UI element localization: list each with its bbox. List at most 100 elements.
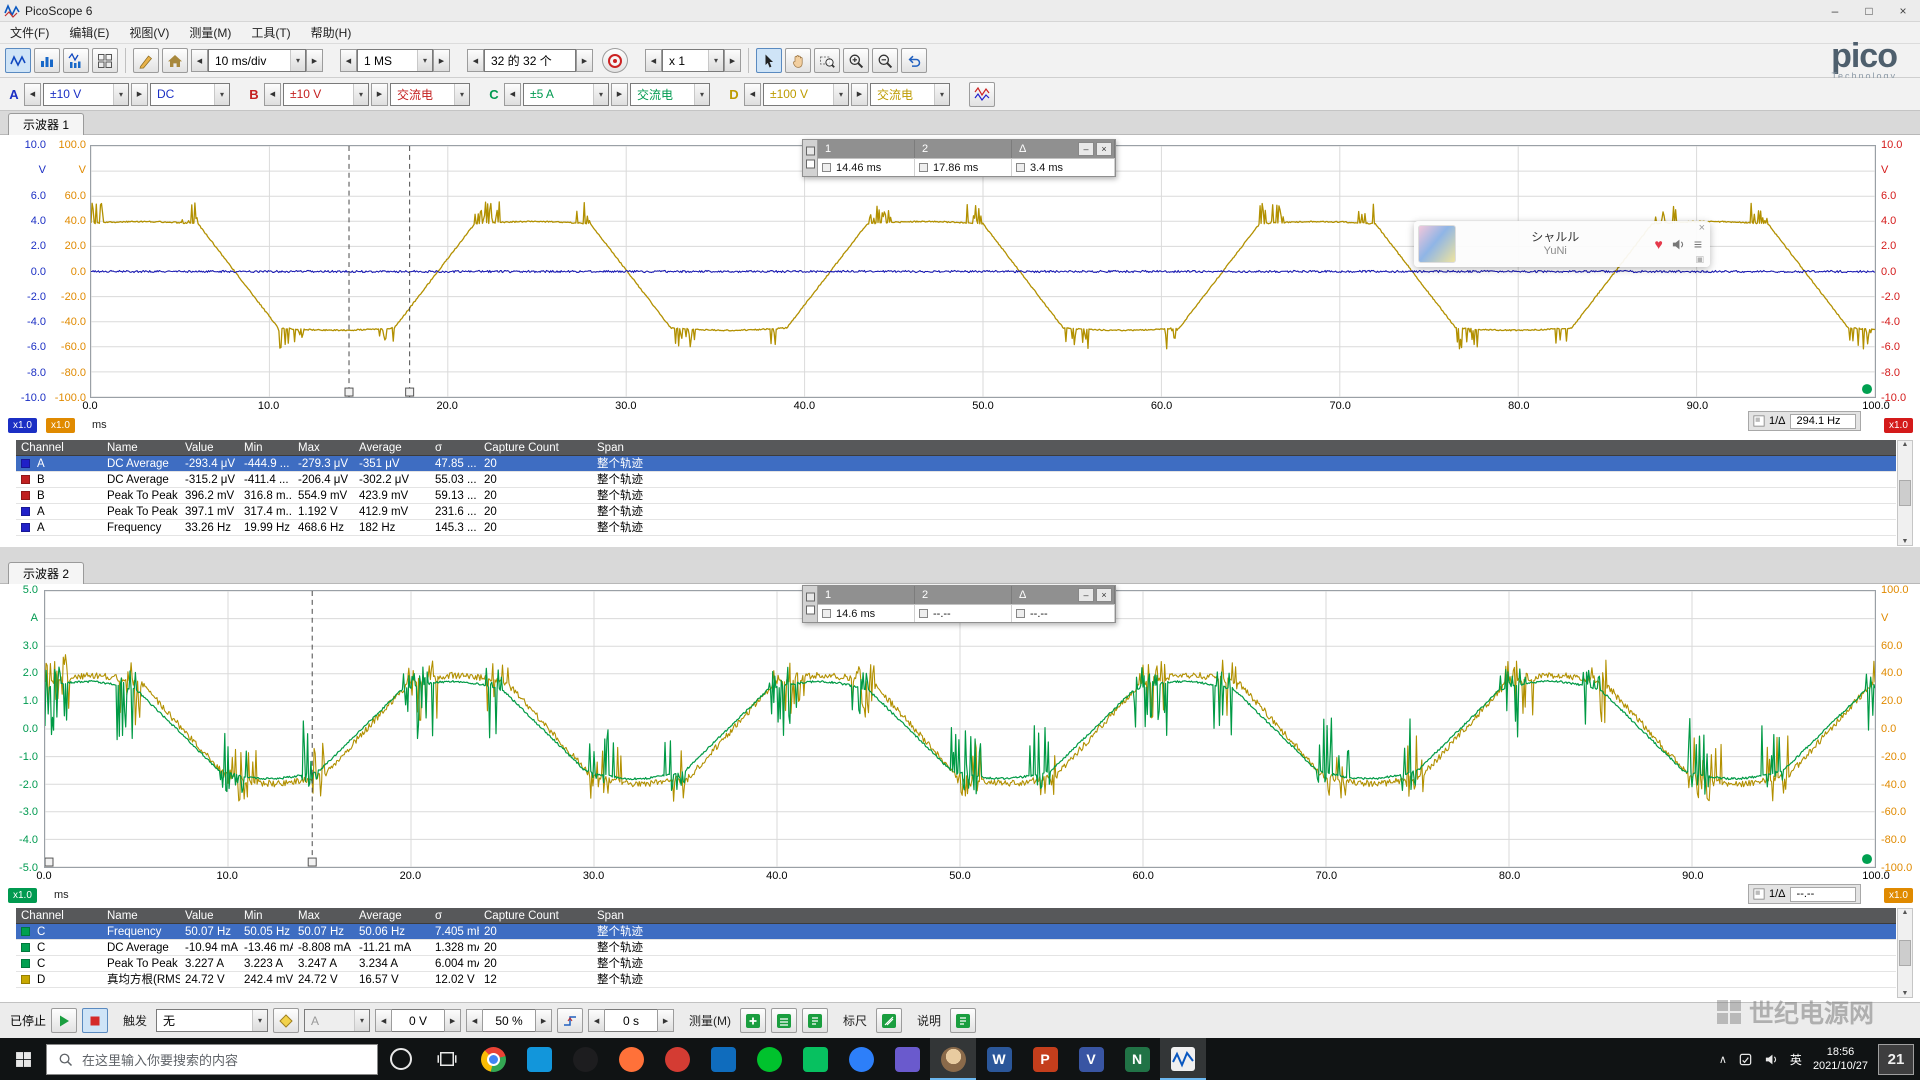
measurement-row[interactable]: C Peak To Peak 3.227 A 3.223 A 3.247 A 3.234 … [16,956,1896,972]
ruler-drag-handle[interactable] [803,140,818,176]
zoom-select[interactable]: x 1 ▾ [662,49,724,72]
input-language-indicator[interactable]: 英 [1790,1051,1802,1068]
zoom-next-button[interactable]: ▶ [724,49,741,72]
close-button[interactable]: × [1886,0,1920,21]
measurement-row[interactable]: D 真均方根(RMS) 24.72 V 242.4 mV 24.72 V 16.57 V 1… [16,972,1896,988]
zoom-in-button[interactable] [843,48,869,73]
measurement-row[interactable]: C Frequency 50.07 Hz 50.05 Hz 50.07 Hz 50.06 … [16,924,1896,940]
taskbar-icon-iqiyi[interactable] [746,1038,792,1080]
playlist-menu-icon[interactable]: ≡ [1694,236,1702,252]
menu-item-1[interactable]: 文件(F) [0,21,59,44]
overlay-mini-icon[interactable]: ▣ [1695,254,1704,265]
decrease-icon[interactable]: ◀ [588,1009,606,1032]
undo-zoom-button[interactable] [901,48,927,73]
taskbar-icon-cortana[interactable] [378,1038,424,1080]
samples-prev-button[interactable]: ◀ [340,49,357,72]
taskbar-icon-task-view[interactable] [424,1038,470,1080]
marquee-zoom-button[interactable] [814,48,840,73]
timebase-prev-button[interactable]: ◀ [191,49,208,72]
volume-icon[interactable] [1764,1052,1779,1067]
scope2-ruler-overlay[interactable]: 1 2 Δ – × 14.6 ms --.-- --.-- [802,585,1116,623]
measurement-row[interactable]: B DC Average -315.2 μV -411.4 ... -206.4 μV -… [16,472,1896,488]
channel-C-range-prev-button[interactable]: ◀ [504,82,521,106]
ruler-minimize-button[interactable]: – [1078,142,1094,156]
scope-view-button[interactable] [5,48,31,73]
speaker-icon[interactable] [1671,237,1686,252]
zoom-out-button[interactable] [872,48,898,73]
scope1-frequency-legend[interactable]: 1/Δ 294.1 Hz [1748,411,1861,431]
channel-D-range-next-button[interactable]: ▶ [851,82,868,106]
minimize-button[interactable]: – [1818,0,1852,21]
trigger-mode-select[interactable]: 无 ▾ [156,1009,269,1032]
channel-C-coupling-select[interactable]: 交流电 ▾ [630,82,710,106]
segment-indicator[interactable]: 32 的 32 个 [484,49,576,72]
hand-tool-button[interactable] [785,48,811,73]
trigger-edge-button[interactable] [557,1008,584,1033]
taskbar-icon-chrome[interactable] [470,1038,516,1080]
taskbar-icon-app-blue[interactable] [838,1038,884,1080]
scope1-waveform-area[interactable] [90,145,1876,398]
measurement-row[interactable]: B Peak To Peak 396.2 mV 316.8 m... 554.9 mV 4… [16,488,1896,504]
notes-button[interactable] [950,1008,977,1033]
channel-C-range-next-button[interactable]: ▶ [611,82,628,106]
taskbar-icon-firefox[interactable] [608,1038,654,1080]
ruler-close-button[interactable]: × [1096,142,1112,156]
pen-tool-button[interactable] [133,48,159,73]
scroll-thumb[interactable] [1899,480,1911,506]
menu-item-4[interactable]: 测量(M) [179,21,241,44]
channel-C-range-select[interactable]: ±5 A ▾ [523,82,609,106]
channel-B-range-prev-button[interactable]: ◀ [264,82,281,106]
channel-A-range-select[interactable]: ±10 V ▾ [43,82,129,106]
scope2-frequency-legend[interactable]: 1/Δ --.-- [1748,884,1861,904]
increase-icon[interactable]: ▶ [657,1009,675,1032]
stop-capture-button[interactable] [82,1008,109,1033]
tray-app-icon[interactable] [1738,1052,1753,1067]
scroll-down-icon[interactable]: ▼ [1902,538,1909,545]
persistence-view-button[interactable] [63,48,89,73]
taskbar-icon-app-purple[interactable] [884,1038,930,1080]
channel-A-range-prev-button[interactable]: ◀ [24,82,41,106]
trigger-source-select[interactable]: A ▾ [304,1009,371,1032]
taskbar-icon-app-v[interactable]: V [1068,1038,1114,1080]
scope2-table-scrollbar[interactable]: ▲ ▼ [1897,908,1913,998]
taskbar-icon-powerpoint[interactable]: P [1022,1038,1068,1080]
maximize-button[interactable]: □ [1852,0,1886,21]
normal-cursor-button[interactable] [756,48,782,73]
scroll-down-icon[interactable]: ▼ [1902,990,1909,997]
scope2-waveform-area[interactable] [44,590,1876,868]
delete-measurement-button[interactable] [802,1008,829,1033]
menu-item-5[interactable]: 工具(T) [241,21,300,44]
add-measurement-button[interactable] [740,1008,767,1033]
like-heart-icon[interactable]: ♥ [1655,236,1663,252]
scope1-ruler-overlay[interactable]: 1 2 Δ – × 14.46 ms 17.86 ms 3.4 ms [802,139,1116,177]
timebase-next-button[interactable]: ▶ [306,49,323,72]
taskbar-icon-qq[interactable] [562,1038,608,1080]
ruler-drag-handle[interactable] [803,586,818,622]
samples-next-button[interactable]: ▶ [433,49,450,72]
tab-scope1[interactable]: 示波器 1 [8,113,85,135]
menu-item-3[interactable]: 视图(V) [119,21,179,44]
taskbar-icon-user-avatar[interactable] [930,1038,976,1080]
start-capture-button[interactable] [51,1008,78,1033]
scroll-up-icon[interactable]: ▲ [1902,909,1909,916]
increase-icon[interactable]: ▶ [535,1009,553,1032]
trigger-level-spinner[interactable]: ◀ 0 V ▶ [375,1009,462,1032]
measurement-row[interactable]: A Frequency 33.26 Hz 19.99 Hz 468.6 Hz 182 Hz… [16,520,1896,536]
add-view-button[interactable] [92,48,118,73]
channel-D-range-select[interactable]: ±100 V ▾ [763,82,849,106]
segment-next-button[interactable]: ▶ [576,49,593,72]
measurement-row[interactable]: A DC Average -293.4 μV -444.9 ... -279.3 μV -… [16,456,1896,472]
taskbar-icon-word[interactable]: W [976,1038,1022,1080]
segment-goto-button[interactable] [602,48,628,73]
samples-select[interactable]: 1 MS ▾ [357,49,433,72]
pretrigger-spinner[interactable]: ◀ 50 % ▶ [466,1009,553,1032]
probe-settings-button[interactable] [969,81,995,107]
rulers-button[interactable] [876,1008,903,1033]
tray-expand-icon[interactable]: ∧ [1719,1053,1727,1066]
timebase-select[interactable]: 10 ms/div ▾ [208,49,306,72]
segment-prev-button[interactable]: ◀ [467,49,484,72]
scope1-table-scrollbar[interactable]: ▲ ▼ [1897,440,1913,546]
measurement-row[interactable]: C DC Average -10.94 mA -13.46 mA -8.808 mA -1… [16,940,1896,956]
taskbar-icon-mail[interactable] [700,1038,746,1080]
channel-A-coupling-select[interactable]: DC ▾ [150,82,230,106]
